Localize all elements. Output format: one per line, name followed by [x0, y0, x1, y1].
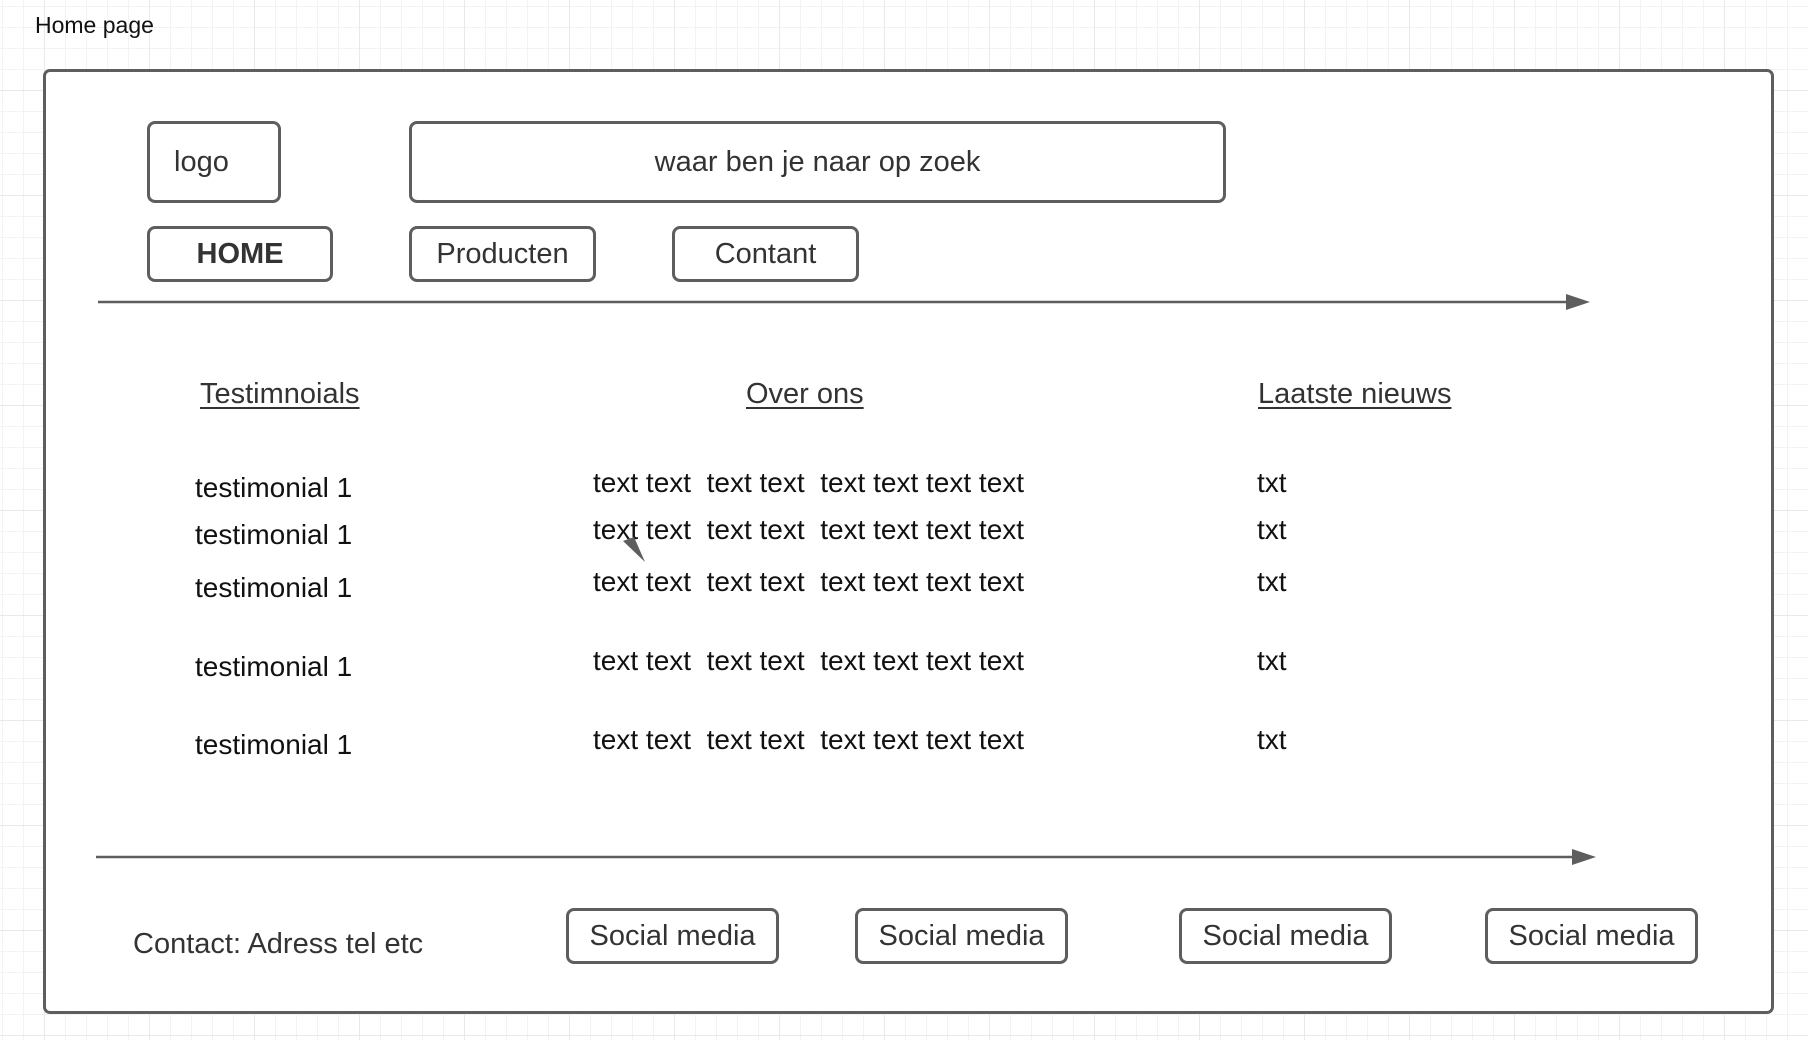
testimonial-item: testimonial 1	[195, 472, 353, 503]
social-media-button[interactable]: Social media	[1179, 908, 1392, 964]
over-ons-text: text text text text text text text text	[593, 514, 1025, 545]
logo-placeholder[interactable]: logo	[147, 121, 281, 203]
nieuws-item: txt	[1257, 514, 1287, 545]
nav-contact-button[interactable]: Contant	[672, 226, 859, 282]
nieuws-item: txt	[1257, 467, 1287, 498]
laatste-nieuws-heading[interactable]: Laatste nieuws	[1258, 378, 1451, 411]
testimonials-heading[interactable]: Testimnoials	[200, 378, 360, 411]
nav-home-button[interactable]: HOME	[147, 226, 333, 282]
nieuws-item: txt	[1257, 645, 1287, 676]
testimonial-item: testimonial 1	[195, 651, 353, 682]
page-label: Home page	[35, 12, 154, 38]
over-ons-text: text text text text text text text text	[593, 724, 1025, 755]
over-ons-text: text text text text text text text text	[593, 566, 1025, 597]
testimonial-item: testimonial 1	[195, 572, 353, 603]
footer-contact-text: Contact: Adress tel etc	[133, 928, 424, 960]
nieuws-item: txt	[1257, 566, 1287, 597]
testimonial-item: testimonial 1	[195, 729, 353, 760]
over-ons-text: text text text text text text text text	[593, 645, 1025, 676]
nav-producten-button[interactable]: Producten	[409, 226, 596, 282]
search-input[interactable]: waar ben je naar op zoek	[409, 121, 1226, 203]
over-ons-text: text text text text text text text text	[593, 467, 1025, 498]
social-media-button[interactable]: Social media	[1485, 908, 1698, 964]
nieuws-item: txt	[1257, 724, 1287, 755]
over-ons-heading[interactable]: Over ons	[746, 378, 864, 411]
social-media-button[interactable]: Social media	[855, 908, 1068, 964]
social-media-button[interactable]: Social media	[566, 908, 779, 964]
testimonial-item: testimonial 1	[195, 519, 353, 550]
